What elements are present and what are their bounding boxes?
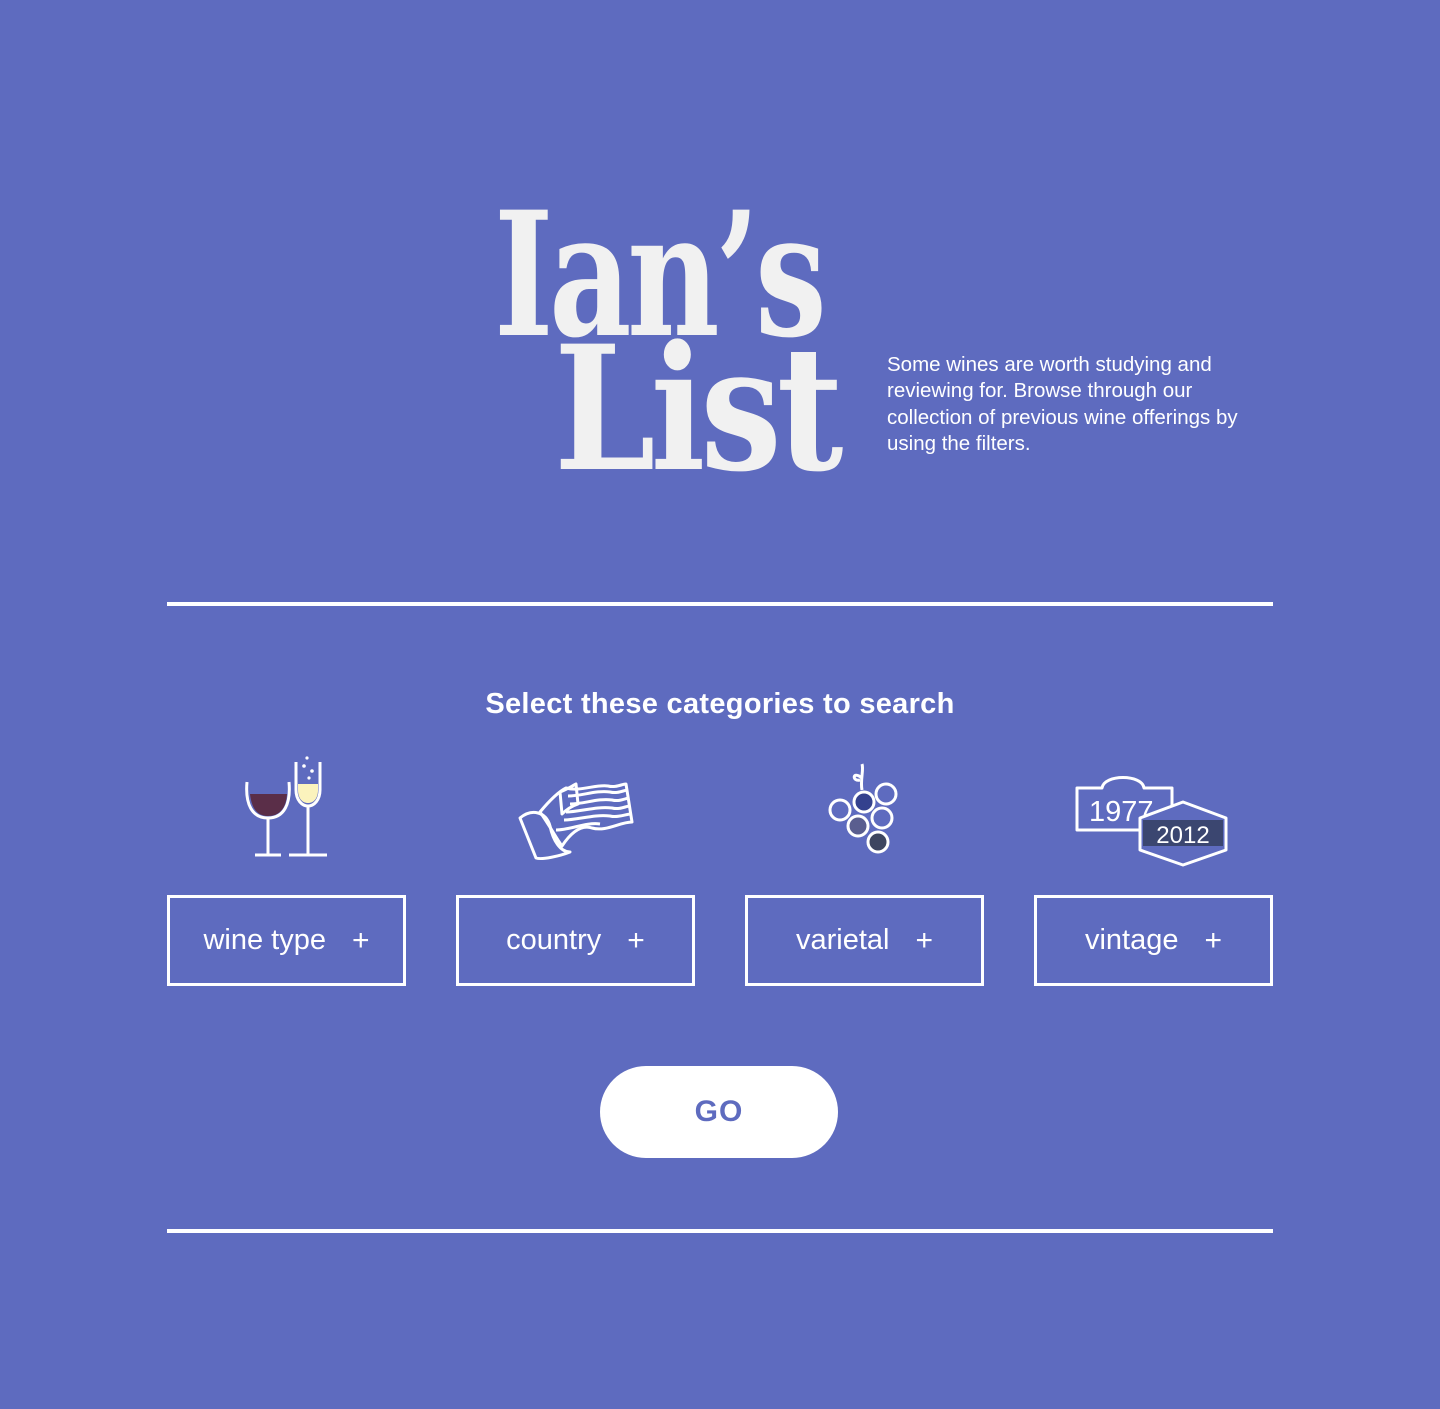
varietal-filter-label: varietal	[795, 924, 890, 956]
site-logo: Ian’s List	[490, 189, 870, 495]
plus-icon: +	[627, 923, 645, 957]
wine-glasses-icon	[167, 750, 406, 870]
wine-type-filter-label: wine type	[203, 924, 326, 956]
grapes-icon	[745, 750, 984, 870]
go-button[interactable]: GO	[600, 1066, 838, 1158]
top-divider	[167, 602, 1273, 606]
vintage-filter-button[interactable]: vintage +	[1034, 895, 1273, 986]
logo-line-list: List	[554, 307, 843, 510]
bottom-divider	[167, 1229, 1273, 1233]
plus-icon: +	[915, 923, 934, 957]
country-filter-label: country	[506, 924, 602, 956]
search-prompt: Select these categories to search	[485, 688, 955, 720]
category-varietal: varietal +	[745, 750, 984, 986]
vintage-new-year: 2012	[1156, 822, 1209, 849]
plus-icon: +	[1204, 923, 1223, 957]
category-vintage: 1977 2012 vintage +	[1034, 750, 1273, 986]
country-filter-button[interactable]: country +	[456, 895, 695, 986]
flag-icon	[456, 750, 695, 870]
vintage-years-icon: 1977 2012	[1034, 750, 1273, 870]
plus-icon: +	[351, 923, 370, 957]
varietal-filter-button[interactable]: varietal +	[745, 895, 984, 986]
wine-type-filter-button[interactable]: wine type +	[167, 895, 406, 986]
intro-tagline: Some wines are worth studying and review…	[887, 353, 1238, 456]
category-country: country +	[456, 750, 695, 986]
category-wine-type: wine type +	[167, 750, 406, 986]
vintage-filter-label: vintage	[1084, 924, 1179, 956]
